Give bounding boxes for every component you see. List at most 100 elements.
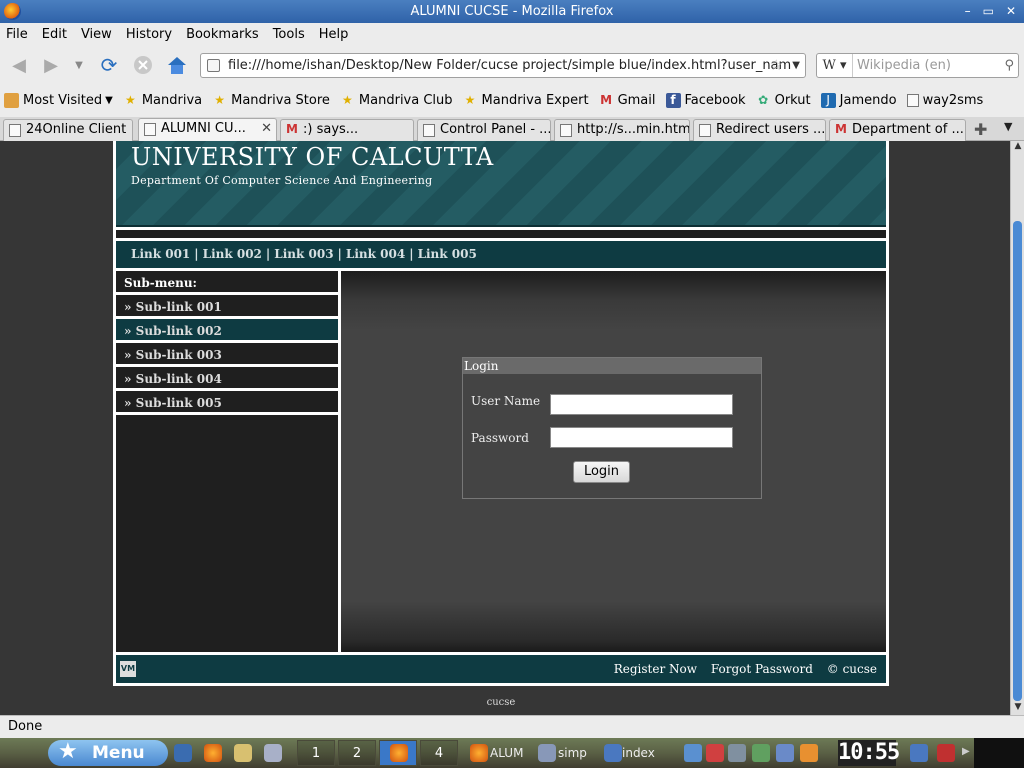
new-tab-icon[interactable]: ✚ — [974, 120, 987, 139]
bookmark-mandriva[interactable]: ★ Mandriva — [123, 93, 202, 108]
menu-file[interactable]: File — [6, 27, 28, 42]
menu-help[interactable]: Help — [319, 27, 349, 42]
maximize-button[interactable]: ▭ — [983, 0, 994, 23]
firefox-icon — [470, 744, 488, 762]
sidebar-item-sublink-004[interactable]: » Sub-link 004 — [116, 367, 338, 391]
reload-icon[interactable]: ⟳ — [96, 52, 122, 78]
tab-says[interactable]: M:) says... — [280, 119, 414, 141]
forgot-password-link[interactable]: Forgot Password — [711, 662, 813, 676]
files-icon[interactable] — [234, 744, 252, 762]
nav-link-005[interactable]: Link 005 — [418, 247, 477, 261]
workspace-1[interactable]: 1 — [297, 740, 335, 766]
workspace-2[interactable]: 2 — [338, 740, 376, 766]
nav-link-001[interactable]: Link 001 — [131, 247, 190, 261]
page-icon — [144, 123, 156, 136]
close-tab-icon[interactable]: ✕ — [261, 119, 272, 139]
bookmark-star-icon[interactable]: ☆ — [770, 54, 783, 77]
password-field[interactable] — [550, 427, 733, 448]
sidebar-item-sublink-002[interactable]: » Sub-link 002 — [116, 319, 338, 343]
history-dropdown-icon[interactable]: ▼ — [66, 52, 92, 78]
forward-icon[interactable]: ▶ — [38, 52, 64, 78]
nav-link-004[interactable]: Link 004 — [346, 247, 405, 261]
scroll-down-icon[interactable]: ▼ — [1012, 702, 1024, 715]
tab-department[interactable]: M Department of ... — [829, 119, 966, 141]
tab-strip: 24Online Client ALUMNI CU... ✕ M:) says..… — [0, 117, 1024, 141]
menu-bookmarks[interactable]: Bookmarks — [186, 27, 259, 42]
folder-icon — [538, 744, 556, 762]
system-icon[interactable] — [264, 744, 282, 762]
bookmark-most-visited[interactable]: Most Visited ▼ — [4, 93, 113, 108]
task-simple[interactable]: simp — [538, 741, 600, 765]
window-titlebar: ALUMNI CUCSE - Mozilla Firefox – ▭ ✕ — [0, 0, 1024, 23]
task-index[interactable]: index — [604, 741, 672, 765]
clock[interactable]: 10:55 — [838, 740, 900, 766]
menu-view[interactable]: View — [81, 27, 112, 42]
tab-24online[interactable]: 24Online Client — [3, 119, 133, 141]
star-icon: ★ — [58, 739, 78, 764]
tab-list-icon[interactable]: ▼ — [1004, 120, 1012, 133]
volume-icon[interactable] — [684, 744, 702, 762]
sidebar-item-sublink-005[interactable]: » Sub-link 005 — [116, 391, 338, 415]
tab-control-panel[interactable]: Control Panel - ... — [417, 119, 551, 141]
task-alumni[interactable]: ALUM — [470, 741, 532, 765]
site-subtitle: Department Of Computer Science And Engin… — [131, 174, 433, 187]
firefox-icon — [4, 3, 21, 20]
help-icon[interactable] — [800, 744, 818, 762]
sidebar-item-sublink-003[interactable]: » Sub-link 003 — [116, 343, 338, 367]
expand-tray-icon[interactable]: ▶ — [962, 746, 970, 757]
menu-tools[interactable]: Tools — [273, 27, 305, 42]
menu-history[interactable]: History — [126, 27, 172, 42]
bookmark-way2sms[interactable]: way2sms — [906, 93, 983, 108]
menu-edit[interactable]: Edit — [42, 27, 67, 42]
login-button[interactable]: Login — [573, 461, 630, 483]
site-title: UNIVERSITY OF CALCUTTA — [131, 143, 494, 171]
home-icon[interactable] — [164, 52, 190, 78]
scrollbar-thumb[interactable] — [1013, 221, 1022, 701]
bookmark-mandriva-club[interactable]: ★ Mandriva Club — [340, 93, 453, 108]
sidebar-item-sublink-001[interactable]: » Sub-link 001 — [116, 295, 338, 319]
bookmark-gmail[interactable]: M Gmail — [599, 93, 655, 108]
update-icon[interactable] — [706, 744, 724, 762]
workspace-3[interactable] — [379, 740, 417, 766]
url-dropdown-icon[interactable]: ▼ — [792, 54, 800, 77]
tab-admin-html[interactable]: http://s...min.html — [554, 119, 690, 141]
workspace-4[interactable]: 4 — [420, 740, 458, 766]
bookmark-jamendo[interactable]: J Jamendo — [820, 93, 897, 108]
url-bar[interactable]: file:///home/ishan/Desktop/New Folder/cu… — [200, 53, 806, 78]
bookmark-mandriva-expert[interactable]: ★ Mandriva Expert — [463, 93, 589, 108]
gmail-icon: M — [600, 93, 613, 107]
desktop-icon[interactable] — [174, 744, 192, 762]
lock-screen-icon[interactable] — [910, 744, 928, 762]
nav-link-002[interactable]: Link 002 — [203, 247, 262, 261]
login-box: Login User Name Password Login — [462, 357, 762, 499]
firefox-launcher-icon[interactable] — [204, 744, 222, 762]
register-now-link[interactable]: Register Now — [614, 662, 697, 676]
nav-link-003[interactable]: Link 003 — [274, 247, 333, 261]
tab-alumni-cucse[interactable]: ALUMNI CU... ✕ — [138, 118, 277, 141]
bookmark-facebook[interactable]: f Facebook — [665, 93, 746, 108]
url-text: file:///home/ishan/Desktop/New Folder/cu… — [228, 58, 792, 73]
tab-redirect-users[interactable]: Redirect users ... — [693, 119, 826, 141]
stop-icon[interactable] — [130, 52, 156, 78]
applet-icon[interactable] — [776, 744, 794, 762]
header-divider — [116, 230, 886, 238]
scroll-up-icon[interactable]: ▲ — [1012, 141, 1024, 154]
search-icon[interactable]: ⚲ — [1004, 54, 1014, 77]
minimize-button[interactable]: – — [965, 0, 971, 23]
vertical-scrollbar[interactable]: ▲ ▼ — [1010, 141, 1024, 715]
bookmark-orkut[interactable]: ✿ Orkut — [756, 93, 811, 108]
check-icon[interactable] — [752, 744, 770, 762]
back-icon[interactable]: ◀ — [6, 52, 32, 78]
close-button[interactable]: ✕ — [1006, 0, 1016, 23]
start-menu-button[interactable]: ★ Menu — [48, 739, 168, 766]
power-icon[interactable] — [937, 744, 955, 762]
gmail-icon: M — [835, 122, 847, 136]
page-footer-text: cucse — [486, 697, 516, 708]
bookmark-mandriva-store[interactable]: ★ Mandriva Store — [212, 93, 330, 108]
network-icon[interactable] — [728, 744, 746, 762]
taskbar: ★ Menu 1 2 4 ALUM simp index 10:55 ▶ — [0, 738, 1024, 768]
search-engine-selector[interactable]: W ▾ — [817, 54, 853, 77]
search-bar[interactable]: W ▾ Wikipedia (en) ⚲ — [816, 53, 1019, 78]
username-field[interactable] — [550, 394, 733, 415]
gmail-icon: M — [286, 122, 298, 136]
